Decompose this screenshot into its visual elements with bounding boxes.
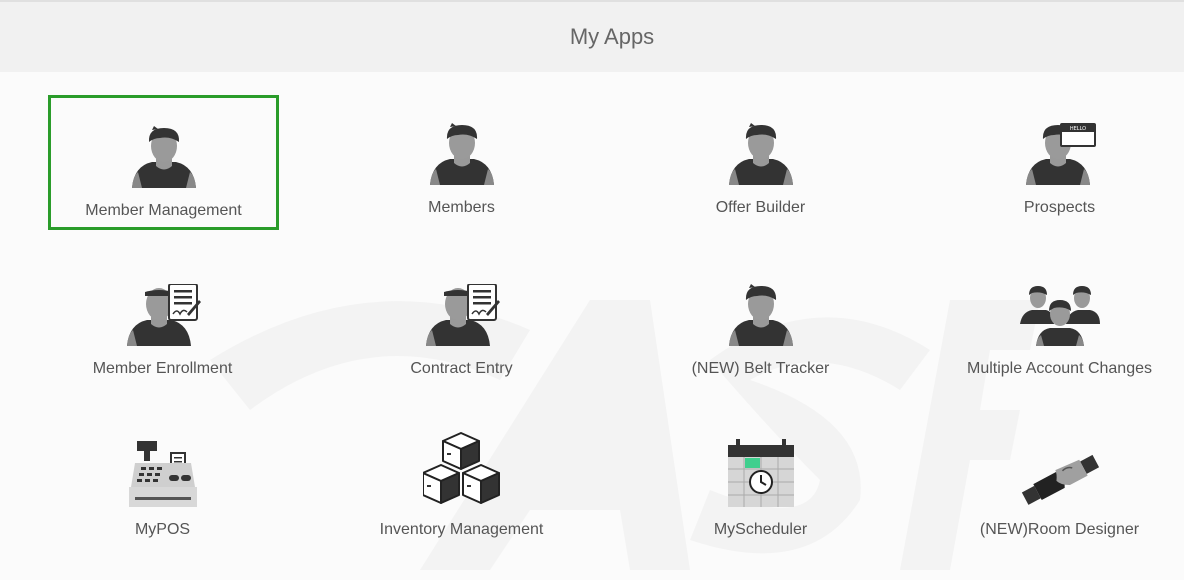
app-label: Member Enrollment xyxy=(92,360,233,377)
app-tile-contract-entry[interactable]: Contract Entry xyxy=(312,256,611,391)
app-tile-member-management[interactable]: Member Management xyxy=(48,95,279,230)
person-icon xyxy=(428,113,496,185)
calendar-clock-icon xyxy=(727,435,794,507)
app-tile-belt-tracker[interactable]: (NEW) Belt Tracker xyxy=(611,256,910,391)
app-label: Inventory Management xyxy=(379,521,544,538)
app-tile-multiple-account-changes[interactable]: Multiple Account Changes xyxy=(910,256,1184,391)
app-label: Prospects xyxy=(1023,199,1096,216)
app-label: Contract Entry xyxy=(410,360,513,377)
person-document-icon xyxy=(125,274,201,346)
app-tile-mypos[interactable]: MyPOS xyxy=(13,417,312,552)
page-header: My Apps xyxy=(0,0,1184,72)
app-tile-prospects[interactable]: HELLO Prospects xyxy=(910,95,1184,230)
app-tile-room-designer[interactable]: (NEW)Room Designer xyxy=(910,417,1184,552)
handshake-icon xyxy=(1020,435,1100,507)
app-label: (NEW)Room Designer xyxy=(979,521,1140,538)
cash-register-icon xyxy=(128,435,197,507)
app-tile-offer-builder[interactable]: Offer Builder xyxy=(611,95,910,230)
person-icon xyxy=(727,274,795,346)
app-tile-inventory-management[interactable]: Inventory Management xyxy=(312,417,611,552)
app-label: MyScheduler xyxy=(713,521,808,538)
person-icon xyxy=(130,116,198,188)
app-label: Offer Builder xyxy=(715,199,806,216)
app-tile-members[interactable]: Members xyxy=(312,95,611,230)
page-title: My Apps xyxy=(569,24,655,49)
group-icon xyxy=(1019,274,1100,346)
person-hello-tag-icon: HELLO xyxy=(1024,113,1096,185)
app-label: Multiple Account Changes xyxy=(967,360,1152,377)
app-label: (NEW) Belt Tracker xyxy=(691,360,830,377)
app-tile-member-enrollment[interactable]: Member Enrollment xyxy=(13,256,312,391)
app-label: Member Management xyxy=(85,202,242,219)
hello-tag-text: HELLO xyxy=(1069,126,1085,132)
app-label: Members xyxy=(428,199,495,216)
person-icon xyxy=(727,113,795,185)
person-document-icon xyxy=(424,274,500,346)
boxes-icon xyxy=(422,432,501,507)
app-label: MyPOS xyxy=(134,521,191,538)
app-tile-myscheduler[interactable]: MyScheduler xyxy=(611,417,910,552)
